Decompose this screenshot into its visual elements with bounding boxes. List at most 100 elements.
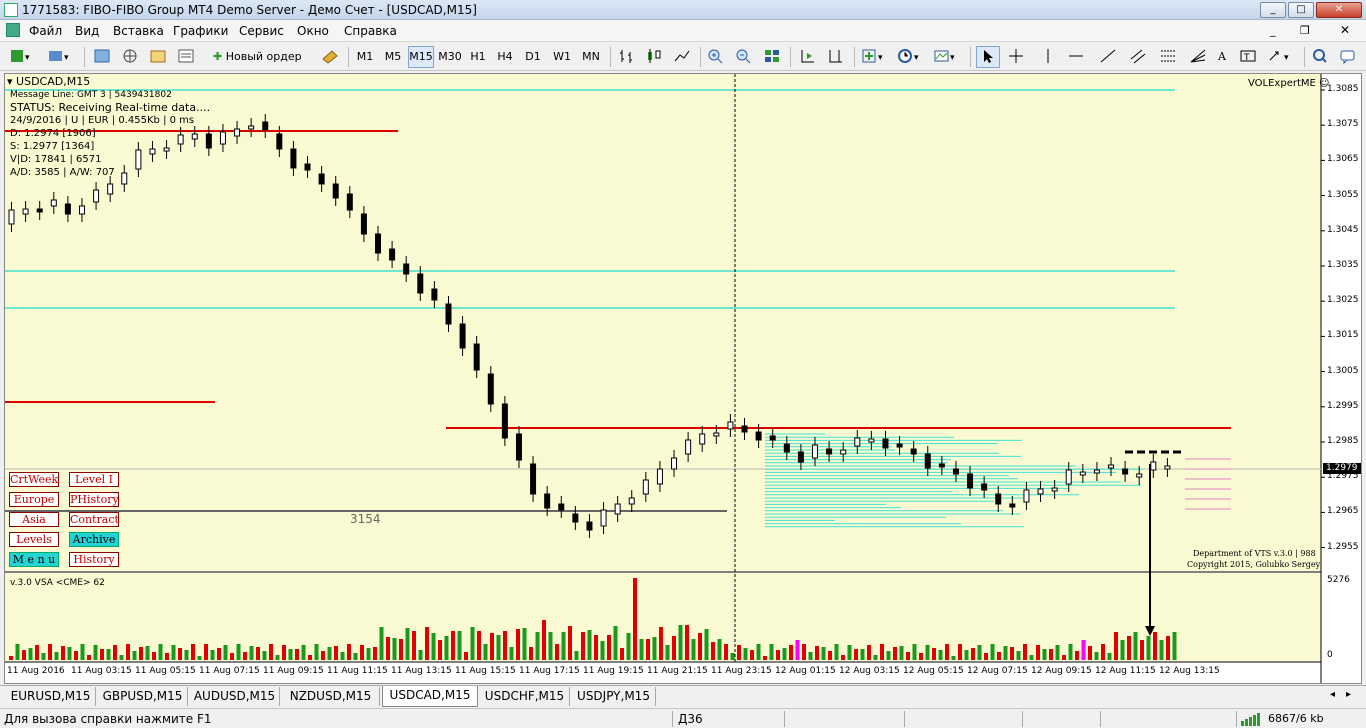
candlestick-icon[interactable] [642,46,666,68]
arrows-icon[interactable]: ▾ [1264,46,1298,68]
tf-w1[interactable]: W1 [548,46,576,68]
btn-europe[interactable]: Europe [9,492,59,507]
profiles-icon[interactable]: ▾ [44,46,78,68]
volume-bar [243,652,247,660]
volume-bar [509,647,514,660]
chart-window[interactable]: ▾ USDCAD,M15 Message Line: GMT 3 | 54394… [4,73,1362,684]
volume-bar [971,648,975,660]
btn-archive[interactable]: Archive [69,532,119,547]
crosshair-icon[interactable] [1004,46,1028,68]
candle [78,205,85,215]
indicators-icon[interactable]: ▾ [858,46,892,68]
price-label: 1.3085 [1327,84,1359,94]
tile-windows-icon[interactable] [760,46,784,68]
time-label: 11 Aug 05:15 [135,666,196,676]
menu-view[interactable]: Вид [75,24,99,38]
vertical-line-icon[interactable] [1036,46,1060,68]
info-line-s: S: 1.2977 [1364] [10,141,95,152]
volume-bar [893,647,897,660]
data-window-icon[interactable] [146,46,170,68]
tab-eurusd[interactable]: EURUSD,M15 [6,687,96,706]
volume-bar [35,645,39,660]
fibonacci-icon[interactable] [1156,46,1180,68]
fibo-fan-icon[interactable] [1186,46,1210,68]
menu-charts[interactable]: Графики [173,24,228,38]
zoom-out-icon[interactable] [732,46,756,68]
line-chart-icon[interactable] [670,46,694,68]
tab-scroll-right-icon[interactable]: ▸ [1346,689,1351,700]
tf-h1[interactable]: H1 [466,46,490,68]
trendline-icon[interactable] [1096,46,1120,68]
mdi-minimize-icon[interactable]: _ [1270,24,1276,37]
btn-asia[interactable]: Asia [9,512,59,527]
window-title: 1771583: FIBO-FIBO Group MT4 Demo Server… [22,3,477,17]
menu-window[interactable]: Окно [297,24,329,38]
btn-phistory[interactable]: PHistory [69,492,119,507]
btn-menu[interactable]: M e n u [9,552,59,567]
time-label: 12 Aug 13:15 [1159,666,1220,676]
volume-bar [626,633,631,660]
tab-audusd[interactable]: AUDUSD,M15 [190,687,280,706]
chart-canvas[interactable] [5,74,1361,683]
menu-help[interactable]: Справка [344,24,397,38]
time-label: 12 Aug 03:15 [839,666,900,676]
volume-bar [1081,640,1086,660]
maximize-button[interactable]: □ [1288,2,1314,18]
volume-bar [561,632,566,660]
candle [797,451,804,463]
btn-contract[interactable]: Contract [69,512,119,527]
tab-usdchf[interactable]: USDCHF,M15 [480,687,570,706]
new-chart-icon[interactable]: ▾ [6,46,40,68]
volume-bar [522,628,527,660]
zoom-in-icon[interactable] [704,46,728,68]
new-order-button[interactable]: ✚ Новый ордер [208,46,318,68]
text-tool-icon[interactable]: A [1212,46,1232,68]
btn-crtweek[interactable]: CrtWeek [9,472,59,487]
tab-gbpusd[interactable]: GBPUSD,M15 [98,687,188,706]
templates-icon[interactable]: ▾ [930,46,964,68]
candle [1037,488,1044,495]
autoscroll-icon[interactable] [796,46,820,68]
mdi-restore-icon[interactable]: ❐ [1300,24,1310,37]
menu-tools[interactable]: Сервис [239,24,284,38]
tf-m1[interactable]: M1 [352,46,378,68]
horizontal-line-icon[interactable] [1064,46,1088,68]
chat-icon[interactable] [1336,46,1360,68]
navigator-icon[interactable] [118,46,142,68]
btn-history[interactable]: History [69,552,119,567]
collapse-icon[interactable]: ▾ [7,75,16,88]
minimize-button[interactable]: _ [1260,2,1286,18]
tf-mn[interactable]: MN [578,46,604,68]
periods-icon[interactable]: ▾ [894,46,928,68]
cursor-icon[interactable] [976,46,1000,68]
tf-d1[interactable]: D1 [520,46,546,68]
tab-nzdusd[interactable]: NZDUSD,M15 [282,687,380,706]
tf-m30[interactable]: M30 [436,46,464,68]
btn-levels[interactable]: Levels [9,532,59,547]
candle [276,133,283,150]
menu-insert[interactable]: Вставка [113,24,164,38]
volume-bar [139,647,143,660]
terminal-icon[interactable] [174,46,198,68]
candle [501,403,508,439]
tab-usdcad[interactable]: USDCAD,M15 [382,686,478,707]
tab-usdjpy[interactable]: USDJPY,M15 [572,687,656,706]
tf-m15[interactable]: M15 [408,46,434,68]
text-label-icon[interactable]: T [1236,46,1260,68]
menu-file[interactable]: Файл [29,24,62,38]
toolbar: ▾ ▾ ✚ Новый ордер M1 M5 M15 M30 H1 H4 D1… [0,43,1366,71]
autotrading-icon[interactable] [318,46,342,68]
mdi-close-icon[interactable]: ✕ [1340,23,1350,37]
chart-shift-icon[interactable] [824,46,848,68]
btn-level-i[interactable]: Level I [69,472,119,487]
bar-chart-icon[interactable] [614,46,638,68]
candle [431,288,438,301]
market-watch-icon[interactable] [90,46,114,68]
volume-bar [776,650,780,660]
tf-m5[interactable]: M5 [380,46,406,68]
tf-h4[interactable]: H4 [492,46,518,68]
equidistant-channel-icon[interactable] [1126,46,1150,68]
close-button[interactable]: ✕ [1316,2,1362,18]
search-icon[interactable] [1308,46,1332,68]
tab-scroll-left-icon[interactable]: ◂ [1330,689,1335,700]
